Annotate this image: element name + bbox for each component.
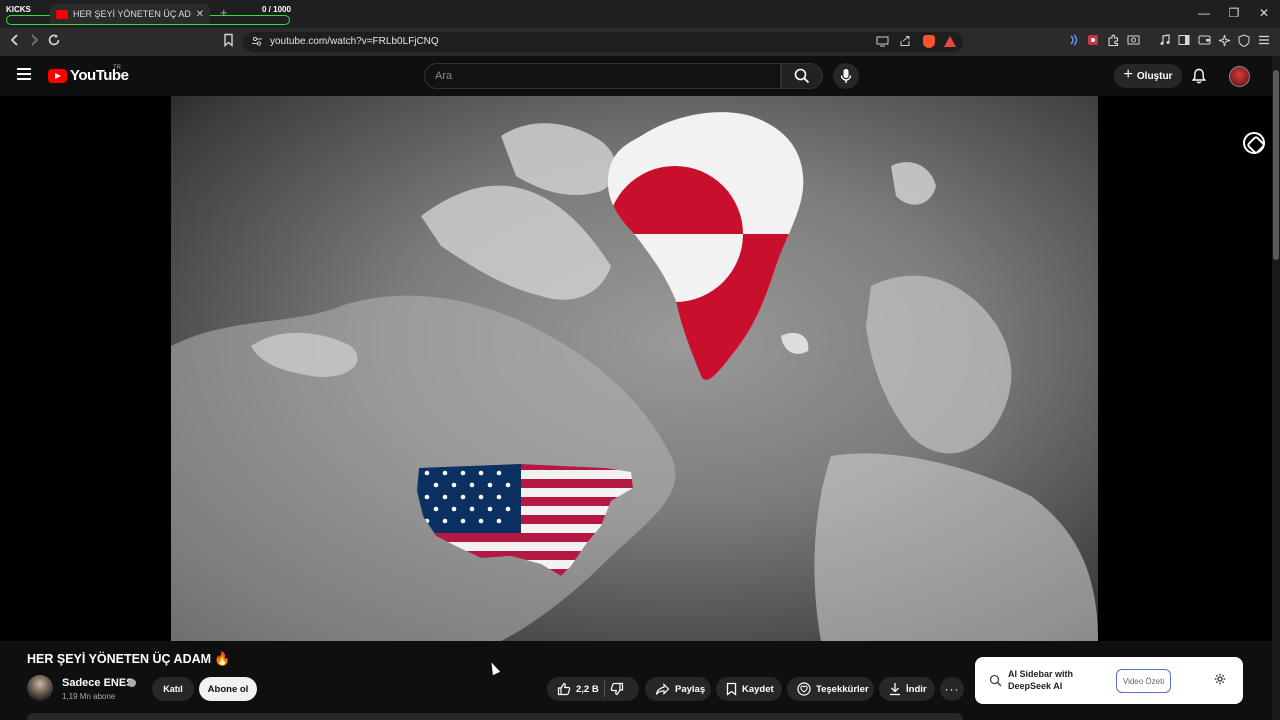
description-panel-edge — [27, 713, 963, 720]
plus-icon: + — [1123, 66, 1133, 83]
download-icon — [890, 683, 900, 696]
youtube-logo-icon[interactable] — [48, 69, 67, 83]
map-video-content — [171, 112, 1098, 641]
subscribe-button[interactable]: Abone ol — [199, 677, 257, 701]
like-dislike-group: 2,2 B — [547, 677, 639, 701]
sidebar-toggle-icon[interactable] — [1178, 34, 1190, 49]
guide-menu-icon[interactable] — [17, 68, 31, 70]
forward-icon[interactable] — [28, 33, 40, 50]
channel-name[interactable]: Sadece ENES — [62, 677, 134, 689]
close-window-icon[interactable]: ✕ — [1254, 6, 1274, 20]
create-button[interactable]: + Oluştur — [1114, 64, 1182, 88]
url-text: youtube.com/watch?v=FRLb0LFjCNQ — [270, 36, 439, 47]
country-code: TR — [113, 65, 121, 71]
tab-title: HER ŞEYİ YÖNETEN ÜÇ ADAM — [73, 9, 191, 19]
screenshot-extension-icon[interactable] — [1127, 34, 1140, 49]
record-extension-icon[interactable] — [1087, 34, 1099, 49]
join-button[interactable]: Katıl — [152, 677, 194, 701]
wallet-icon[interactable] — [1198, 34, 1211, 49]
video-frame[interactable] — [171, 96, 1098, 641]
video-title: HER ŞEYİ YÖNETEN ÜÇ ADAM — [27, 652, 212, 666]
notifications-bell-icon[interactable] — [1191, 68, 1207, 89]
save-bookmark-icon — [726, 682, 737, 696]
site-settings-icon[interactable] — [251, 35, 263, 50]
save-label: Kaydet — [742, 683, 774, 695]
download-label: İndir — [906, 683, 927, 695]
ai-sidebar-card: AI Sidebar with DeepSeek AI Video Özeti — [975, 657, 1243, 704]
kicks-counter: 0 / 1000 — [262, 5, 291, 14]
like-divider — [603, 681, 605, 697]
kicks-extension-label: KICKS — [6, 5, 31, 14]
cast-icon[interactable] — [876, 35, 889, 50]
browser-tab-active[interactable]: HER ŞEYİ YÖNETEN ÜÇ ADAM ✕ — [50, 4, 210, 24]
save-button[interactable]: Kaydet — [716, 677, 782, 701]
browser-tab-strip: KICKS 0 / 1000 HER ŞEYİ YÖNETEN ÜÇ ADAM … — [0, 0, 1280, 28]
thumbs-up-icon — [557, 682, 571, 696]
youtube-favicon-icon — [56, 9, 68, 19]
ai-sidebar-title: AI Sidebar with DeepSeek AI — [1008, 669, 1074, 691]
bookmark-icon[interactable] — [223, 33, 234, 50]
like-button[interactable]: 2,2 B — [557, 682, 599, 696]
microphone-icon — [840, 69, 852, 83]
new-tab-icon[interactable]: + — [220, 5, 228, 20]
more-actions-button[interactable]: ··· — [940, 677, 964, 701]
video-summary-button[interactable]: Video Özeti — [1116, 669, 1171, 693]
video-player[interactable] — [0, 96, 1272, 641]
mouse-cursor-icon — [487, 660, 501, 676]
fire-emoji: 🔥 — [214, 651, 231, 666]
leo-ai-icon[interactable] — [1218, 34, 1231, 50]
share-arrow-icon — [655, 682, 670, 695]
search-button[interactable] — [781, 63, 823, 89]
back-icon[interactable] — [9, 33, 21, 50]
account-avatar[interactable] — [1229, 66, 1250, 87]
youtube-masthead: YouTube TR Ara + Oluştur — [0, 56, 1272, 96]
thanks-heart-icon — [797, 682, 811, 696]
dislike-button[interactable] — [610, 682, 624, 696]
page-scrollbar[interactable] — [1272, 56, 1280, 720]
brave-rewards-icon[interactable] — [944, 36, 956, 47]
share-button[interactable]: Paylaş — [645, 677, 711, 701]
search-box[interactable]: Ara — [424, 63, 781, 89]
chatgpt-overlay-icon[interactable] — [1243, 132, 1265, 154]
like-count: 2,2 B — [576, 683, 599, 695]
tab-close-icon[interactable]: ✕ — [196, 9, 204, 20]
subscriber-count: 1,19 Mn abone — [62, 692, 116, 701]
browser-toolbar: youtube.com/watch?v=FRLb0LFjCNQ — [0, 28, 1280, 56]
extensions-puzzle-icon[interactable] — [1107, 34, 1120, 50]
search-icon — [794, 68, 810, 84]
scrollbar-thumb[interactable] — [1273, 70, 1279, 260]
greenland-flag-shape — [607, 112, 804, 380]
media-music-icon[interactable] — [1159, 34, 1171, 49]
thanks-button[interactable]: Teşekkürler — [787, 677, 874, 701]
verified-badge-icon — [128, 679, 136, 687]
gear-icon[interactable] — [1214, 673, 1226, 688]
magnifier-sparkle-icon — [989, 674, 1002, 692]
voice-search-button[interactable] — [833, 63, 859, 89]
thanks-label: Teşekkürler — [816, 683, 869, 695]
search-input[interactable]: Ara — [435, 70, 452, 82]
reload-icon[interactable] — [47, 33, 61, 50]
address-bar[interactable]: youtube.com/watch?v=FRLb0LFjCNQ — [243, 32, 963, 52]
share-label: Paylaş — [675, 683, 706, 695]
vpn-shield-icon[interactable] — [1238, 34, 1250, 50]
brave-shields-icon[interactable] — [923, 35, 935, 48]
audio-extension-icon[interactable] — [1067, 34, 1079, 49]
create-label: Oluştur — [1136, 70, 1173, 82]
channel-avatar[interactable] — [27, 675, 53, 701]
thumbs-down-icon — [610, 682, 623, 696]
browser-menu-icon[interactable] — [1258, 34, 1270, 49]
download-button[interactable]: İndir — [879, 677, 935, 701]
share-page-icon[interactable] — [899, 35, 911, 50]
restore-window-icon[interactable]: ❐ — [1224, 6, 1244, 20]
minimize-window-icon[interactable]: — — [1194, 6, 1214, 20]
